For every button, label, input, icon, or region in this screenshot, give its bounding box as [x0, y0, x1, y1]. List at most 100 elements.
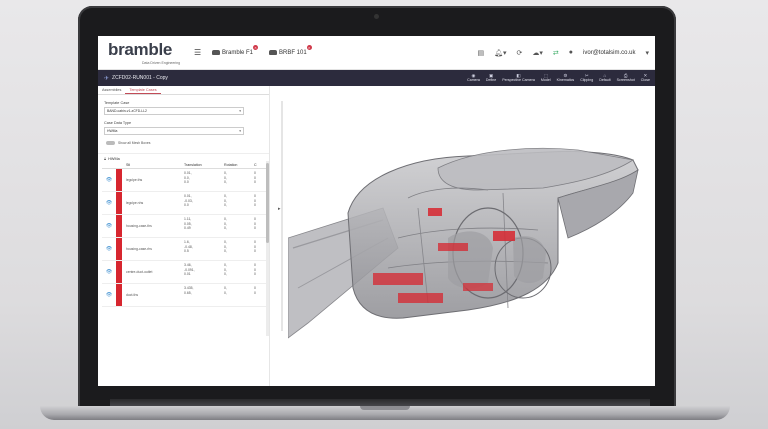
- section-title: HWMa: [108, 156, 120, 161]
- car-icon: [269, 50, 278, 55]
- toolbar-button-camera[interactable]: ◉ Camera: [464, 73, 483, 83]
- extra-cell: 000: [254, 169, 264, 191]
- laptop-base: [40, 406, 730, 420]
- toolbar-button-label: Screenshot: [616, 78, 635, 82]
- tab-close-icon[interactable]: ×: [253, 44, 259, 50]
- column-header-rotation[interactable]: Rotation: [224, 163, 254, 167]
- logo[interactable]: bramble Data Driven Engineering: [98, 36, 188, 70]
- user-icon[interactable]: ●: [569, 49, 573, 56]
- translation-value: 0.0: [184, 203, 189, 207]
- rotation-cell[interactable]: 0, 0, 0,: [224, 238, 254, 260]
- rotation-value: 0,: [224, 249, 227, 253]
- collapse-arrow-icon[interactable]: ▸: [278, 206, 281, 212]
- highlighted-part[interactable]: [428, 208, 442, 216]
- rotation-value: 0,: [224, 180, 227, 184]
- table-row[interactable]: 👁︎ housing-case-ths 1.11, 0.05, 0.49 0, 0, 0, 0 0…: [102, 215, 268, 238]
- rotation-cell[interactable]: 0, 0,: [224, 284, 254, 306]
- header-actions: ▤ 🔔︎▾ ⟳ ☁▾ ⇄ ● ivor@totalsim.co.uk ▾: [478, 49, 656, 57]
- toolbar-button-label: Define: [485, 78, 497, 82]
- table-header: Stl Translation Rotation C: [102, 161, 268, 169]
- rotation-cell[interactable]: 0, 0, 0,: [224, 261, 254, 283]
- bell-icon[interactable]: 🔔︎▾: [494, 49, 506, 57]
- stl-name: legclpe.ths: [122, 169, 184, 191]
- mesh-boxes-toggle-row: Show all Mesh Boxes: [106, 141, 269, 145]
- highlighted-part[interactable]: [438, 243, 468, 251]
- chevron-down-icon: ▾: [239, 109, 241, 113]
- rotation-value: 0,: [224, 226, 227, 230]
- extra-cell: 000: [254, 261, 264, 283]
- header-tab-bramble-f1[interactable]: Bramble F1 ×: [212, 44, 259, 56]
- toolbar-button-clipping[interactable]: ✂ Clipping: [577, 73, 596, 83]
- vehicle-model-render: [287, 147, 639, 339]
- highlighted-part[interactable]: [493, 231, 515, 241]
- rotation-cell[interactable]: 0, 0, 0,: [224, 192, 254, 214]
- hamburger-menu-icon[interactable]: ☰: [194, 48, 204, 57]
- eye-icon[interactable]: 👁︎: [102, 238, 116, 260]
- highlighted-part[interactable]: [398, 293, 443, 303]
- translation-cell[interactable]: 3.435, 0.65,: [184, 284, 224, 306]
- table-scrollbar[interactable]: [266, 161, 269, 336]
- toolbar-button-perspective-camera[interactable]: ◧ Perspective Camera: [499, 73, 538, 83]
- panel-tabs: Assemblies Template Cases: [98, 86, 269, 95]
- eye-icon[interactable]: 👁︎: [102, 192, 116, 214]
- table-row[interactable]: 👁︎ centre-duct-outlet 3.46, -0.091, 0.01 0, 0,…: [102, 261, 268, 284]
- toolbar-button-default[interactable]: ⌂ Default: [596, 73, 613, 83]
- eye-icon[interactable]: 👁︎: [102, 169, 116, 191]
- cloud-icon[interactable]: ☁▾: [532, 49, 543, 57]
- header-tab-brbf-101[interactable]: BRBF 101 ×: [269, 44, 312, 56]
- stl-name-text: legclpe.nhs: [126, 201, 144, 205]
- car-icon: [212, 50, 220, 55]
- sync-icon[interactable]: ⇄: [553, 49, 559, 57]
- chevron-down-icon[interactable]: ▾: [645, 49, 649, 57]
- eye-icon[interactable]: 👁︎: [102, 261, 116, 283]
- toolbar-button-close[interactable]: ✕ Close: [638, 73, 653, 83]
- tab-assemblies[interactable]: Assemblies: [98, 86, 125, 94]
- parts-table: Stl Translation Rotation C 👁︎ legclpe.ths…: [102, 161, 268, 307]
- rotation-cell[interactable]: 0, 0, 0,: [224, 169, 254, 191]
- case-data-type-select[interactable]: HWMa ▾: [104, 127, 244, 135]
- toolbar-button-label: Camera: [467, 78, 480, 82]
- user-email[interactable]: ivor@totalsim.co.uk: [583, 50, 635, 56]
- stl-name-text: housing-case-rhs: [126, 247, 153, 251]
- template-case-select[interactable]: BAND-cabin-v1-zCFD-LL2 ▾: [104, 107, 244, 115]
- 3d-viewport[interactable]: [287, 88, 655, 386]
- tab-close-icon[interactable]: ×: [306, 44, 312, 50]
- toolbar-button-kinematics[interactable]: ⚙ Kinematics: [554, 73, 578, 83]
- translation-cell[interactable]: 0.01, 0.0, 0.0: [184, 169, 224, 191]
- highlighted-part[interactable]: [373, 273, 423, 285]
- app-header: bramble Data Driven Engineering ☰ Brambl…: [98, 36, 655, 70]
- translation-cell[interactable]: 0.01, -0.03, 0.0: [184, 192, 224, 214]
- table-row[interactable]: 👁︎ legclpe.nhs 0.01, -0.03, 0.0 0, 0, 0, 0 0 0: [102, 192, 268, 215]
- column-header-translation[interactable]: Translation: [184, 163, 224, 167]
- tab-template-cases[interactable]: Template Cases: [125, 86, 161, 94]
- table-body: 👁︎ legclpe.ths 0.01, 0.0, 0.0 0, 0, 0, 0 0 0 👁︎ legc…: [102, 169, 268, 307]
- translation-cell[interactable]: 1.6, -0.48, 0.5: [184, 238, 224, 260]
- stl-name-text: housing-case-ths: [126, 224, 152, 228]
- template-case-value: BAND-cabin-v1-zCFD-LL2: [107, 109, 147, 113]
- eye-icon[interactable]: 👁︎: [102, 215, 116, 237]
- highlighted-part[interactable]: [463, 283, 493, 291]
- table-row[interactable]: 👁︎ duct-ths 3.435, 0.65, 0, 0, 0 0: [102, 284, 268, 307]
- column-header-stl[interactable]: Stl: [122, 163, 184, 167]
- toolbar-button-define[interactable]: ▣ Define: [483, 73, 499, 83]
- refresh-icon[interactable]: ⟳: [517, 49, 523, 57]
- table-row[interactable]: 👁︎ housing-case-rhs 1.6, -0.48, 0.5 0, 0, 0, 0 0 0: [102, 238, 268, 261]
- rotation-cell[interactable]: 0, 0, 0,: [224, 215, 254, 237]
- scrollbar-thumb[interactable]: [266, 163, 269, 243]
- panel-splitter[interactable]: [281, 101, 283, 331]
- table-row[interactable]: 👁︎ legclpe.ths 0.01, 0.0, 0.0 0, 0, 0, 0 0 0: [102, 169, 268, 192]
- list-icon[interactable]: ▤: [478, 49, 485, 57]
- toolbar-button-model[interactable]: ⬚ Model: [538, 73, 554, 83]
- rotation-value: 0,: [224, 272, 227, 276]
- eye-icon[interactable]: 👁︎: [102, 284, 116, 306]
- column-header-extra: C: [254, 162, 257, 167]
- mesh-boxes-toggle-label: Show all Mesh Boxes: [118, 141, 151, 145]
- toolbar-button-screenshot[interactable]: ⎙ Screenshot: [614, 73, 638, 83]
- viewer-toolbar: ✈ ZCFD02-RUN001 - Copy ◉ Camera ▣ Define ◧ Pe…: [98, 70, 655, 86]
- translation-value: 0.5: [184, 249, 189, 253]
- stl-name: legclpe.nhs: [122, 192, 184, 214]
- translation-cell[interactable]: 3.46, -0.091, 0.01: [184, 261, 224, 283]
- translation-cell[interactable]: 1.11, 0.05, 0.49: [184, 215, 224, 237]
- mesh-boxes-toggle[interactable]: [106, 141, 115, 145]
- extra-value: 0: [254, 272, 256, 276]
